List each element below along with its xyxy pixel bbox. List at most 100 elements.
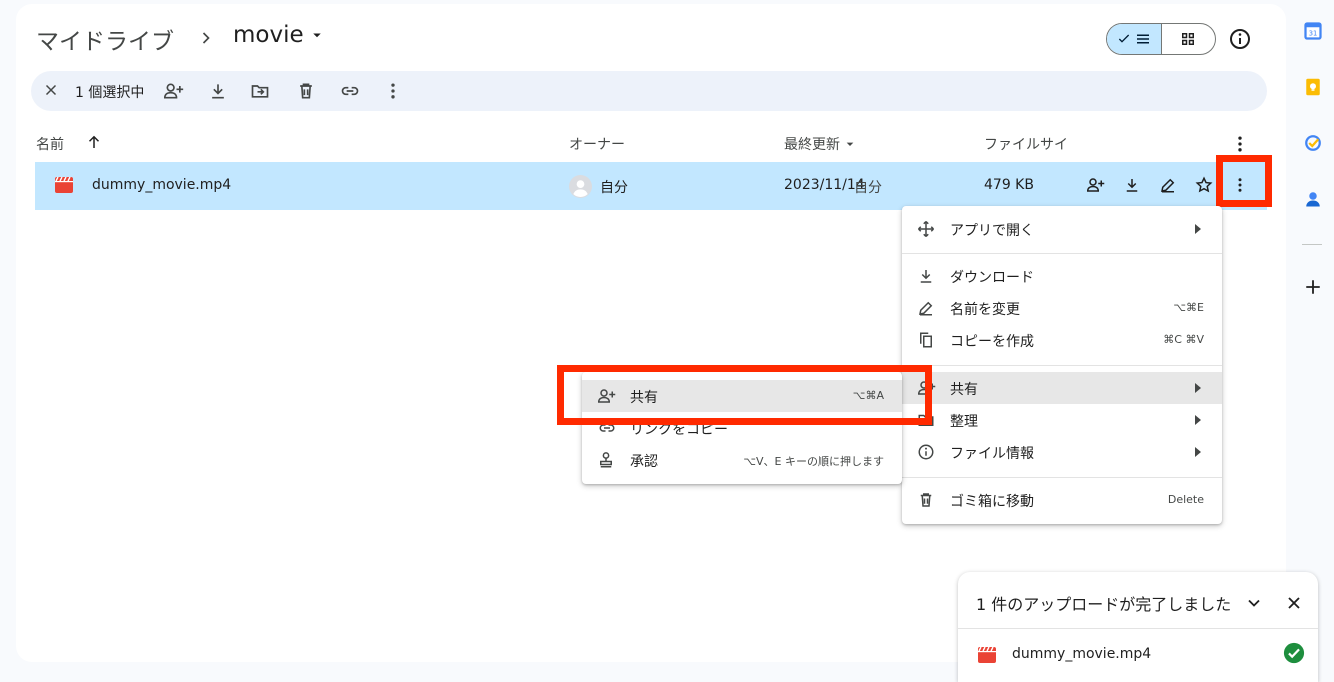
submenu-item-approve-label: 承認 bbox=[630, 454, 658, 470]
column-header-owner[interactable]: オーナー bbox=[569, 134, 625, 154]
annotation-highlight-more-button bbox=[1216, 155, 1272, 207]
calendar-app-button[interactable]: 31 bbox=[1304, 22, 1322, 40]
file-name: dummy_movie.mp4 bbox=[92, 177, 232, 193]
keep-app-button[interactable] bbox=[1304, 78, 1322, 96]
keep-icon bbox=[1304, 78, 1322, 96]
check-icon bbox=[1116, 31, 1132, 47]
check-circle-icon bbox=[1283, 642, 1305, 664]
context-menu: アプリで開く ダウンロード 名前を変更 ⌥⌘E コピーを作成 ⌘C ⌘V 共有 … bbox=[902, 206, 1222, 524]
menu-divider bbox=[902, 365, 1222, 366]
chevron-down-icon bbox=[1244, 593, 1264, 613]
column-header-size[interactable]: ファイルサイ bbox=[984, 134, 1068, 154]
menu-item-open-with[interactable]: アプリで開く bbox=[902, 213, 1222, 245]
info-icon bbox=[1228, 27, 1252, 51]
column-options-button[interactable] bbox=[1230, 134, 1250, 154]
modified-by: 自分 bbox=[854, 180, 882, 196]
menu-item-make-copy[interactable]: コピーを作成 ⌘C ⌘V bbox=[902, 324, 1222, 356]
file-size: 479 KB bbox=[984, 177, 1034, 193]
menu-item-make-copy-label: コピーを作成 bbox=[950, 334, 1034, 350]
selection-toolbar: 1 個選択中 bbox=[31, 71, 1267, 111]
svg-text:31: 31 bbox=[1309, 30, 1318, 38]
download-button[interactable] bbox=[208, 81, 228, 101]
breadcrumb-current-folder[interactable]: movie bbox=[233, 22, 326, 48]
menu-item-organize-label: 整理 bbox=[950, 414, 978, 430]
download-icon bbox=[1123, 176, 1141, 194]
close-icon bbox=[1284, 593, 1304, 613]
submenu-arrow-icon bbox=[1194, 447, 1202, 457]
close-icon bbox=[42, 81, 60, 99]
menu-item-organize[interactable]: 整理 bbox=[902, 404, 1222, 436]
row-star-button[interactable] bbox=[1195, 176, 1213, 194]
contacts-app-button[interactable] bbox=[1304, 190, 1322, 208]
delete-button[interactable] bbox=[296, 81, 316, 101]
link-icon bbox=[339, 81, 361, 101]
menu-item-download[interactable]: ダウンロード bbox=[902, 260, 1222, 292]
upload-status-panel: 1 件のアップロードが完了しました dummy_movie.mp4 bbox=[958, 572, 1318, 682]
menu-item-file-info-label: ファイル情報 bbox=[950, 446, 1034, 462]
menu-item-rename[interactable]: 名前を変更 ⌥⌘E bbox=[902, 292, 1222, 324]
menu-item-open-with-label: アプリで開く bbox=[950, 223, 1034, 239]
caret-down-icon bbox=[842, 136, 858, 152]
list-icon bbox=[1134, 30, 1152, 48]
menu-item-move-to-trash[interactable]: ゴミ箱に移動 Delete bbox=[902, 484, 1222, 516]
edit-pencil-icon bbox=[1159, 176, 1177, 194]
row-download-button[interactable] bbox=[1123, 176, 1141, 194]
grid-view-button[interactable] bbox=[1162, 24, 1216, 54]
person-add-icon bbox=[163, 81, 185, 101]
details-info-button[interactable] bbox=[1228, 27, 1252, 51]
column-header-name[interactable]: 名前 bbox=[36, 134, 64, 154]
column-header-modified[interactable]: 最終更新 bbox=[784, 134, 858, 154]
info-icon bbox=[917, 443, 935, 461]
trash-icon bbox=[296, 81, 316, 101]
sort-ascending-icon[interactable] bbox=[85, 133, 103, 151]
folder-move-icon bbox=[250, 81, 270, 101]
file-row[interactable]: dummy_movie.mp4 自分 2023/11/14 自分 479 KB bbox=[35, 162, 1267, 210]
plus-icon bbox=[1304, 278, 1322, 296]
menu-divider bbox=[902, 253, 1222, 254]
copy-link-button[interactable] bbox=[339, 81, 361, 101]
grid-icon bbox=[1179, 30, 1197, 48]
clear-selection-button[interactable] bbox=[42, 81, 60, 99]
video-file-icon bbox=[55, 177, 73, 193]
list-view-button[interactable] bbox=[1107, 24, 1162, 54]
collapse-button[interactable] bbox=[1244, 593, 1264, 613]
annotation-highlight-share bbox=[557, 365, 932, 425]
uploaded-file-name[interactable]: dummy_movie.mp4 bbox=[1012, 646, 1151, 662]
submenu-item-approve-shortcut: ⌥V、E キーの順に押します bbox=[743, 455, 884, 468]
folder-title: movie bbox=[233, 22, 304, 48]
breadcrumb-my-drive[interactable]: マイドライブ bbox=[36, 22, 174, 56]
row-share-button[interactable] bbox=[1086, 176, 1106, 194]
submenu-arrow-icon bbox=[1194, 383, 1202, 393]
more-vert-icon bbox=[1230, 134, 1250, 154]
stamp-icon bbox=[597, 451, 615, 469]
menu-item-rename-shortcut: ⌥⌘E bbox=[1173, 301, 1204, 314]
download-icon bbox=[917, 267, 935, 285]
upload-panel-divider bbox=[958, 628, 1318, 629]
move-button[interactable] bbox=[250, 81, 270, 101]
column-header-modified-label: 最終更新 bbox=[784, 137, 840, 153]
tasks-app-button[interactable] bbox=[1304, 134, 1322, 152]
rail-divider bbox=[1302, 244, 1322, 245]
selection-count: 1 個選択中 bbox=[75, 85, 145, 101]
menu-item-share[interactable]: 共有 bbox=[902, 372, 1222, 404]
row-rename-button[interactable] bbox=[1159, 176, 1177, 194]
menu-item-make-copy-shortcut: ⌘C ⌘V bbox=[1163, 333, 1204, 346]
share-button[interactable] bbox=[163, 81, 185, 101]
menu-item-share-label: 共有 bbox=[950, 382, 978, 398]
submenu-item-approve[interactable]: 承認 ⌥V、E キーの順に押します bbox=[582, 444, 902, 476]
caret-down-icon bbox=[308, 26, 326, 44]
menu-item-move-to-trash-shortcut: Delete bbox=[1167, 493, 1204, 506]
owner-avatar bbox=[569, 175, 592, 198]
calendar-icon: 31 bbox=[1304, 22, 1322, 40]
close-upload-panel-button[interactable] bbox=[1284, 593, 1304, 613]
owner-name: 自分 bbox=[600, 180, 628, 196]
menu-item-move-to-trash-label: ゴミ箱に移動 bbox=[950, 494, 1034, 510]
video-file-icon bbox=[978, 647, 996, 663]
star-icon bbox=[1195, 176, 1213, 194]
modified-date: 2023/11/14 bbox=[784, 177, 865, 193]
more-actions-button[interactable] bbox=[383, 81, 403, 101]
add-addon-button[interactable] bbox=[1304, 278, 1322, 296]
download-icon bbox=[208, 81, 228, 101]
edit-pencil-icon bbox=[917, 299, 935, 317]
menu-item-file-info[interactable]: ファイル情報 bbox=[902, 436, 1222, 468]
